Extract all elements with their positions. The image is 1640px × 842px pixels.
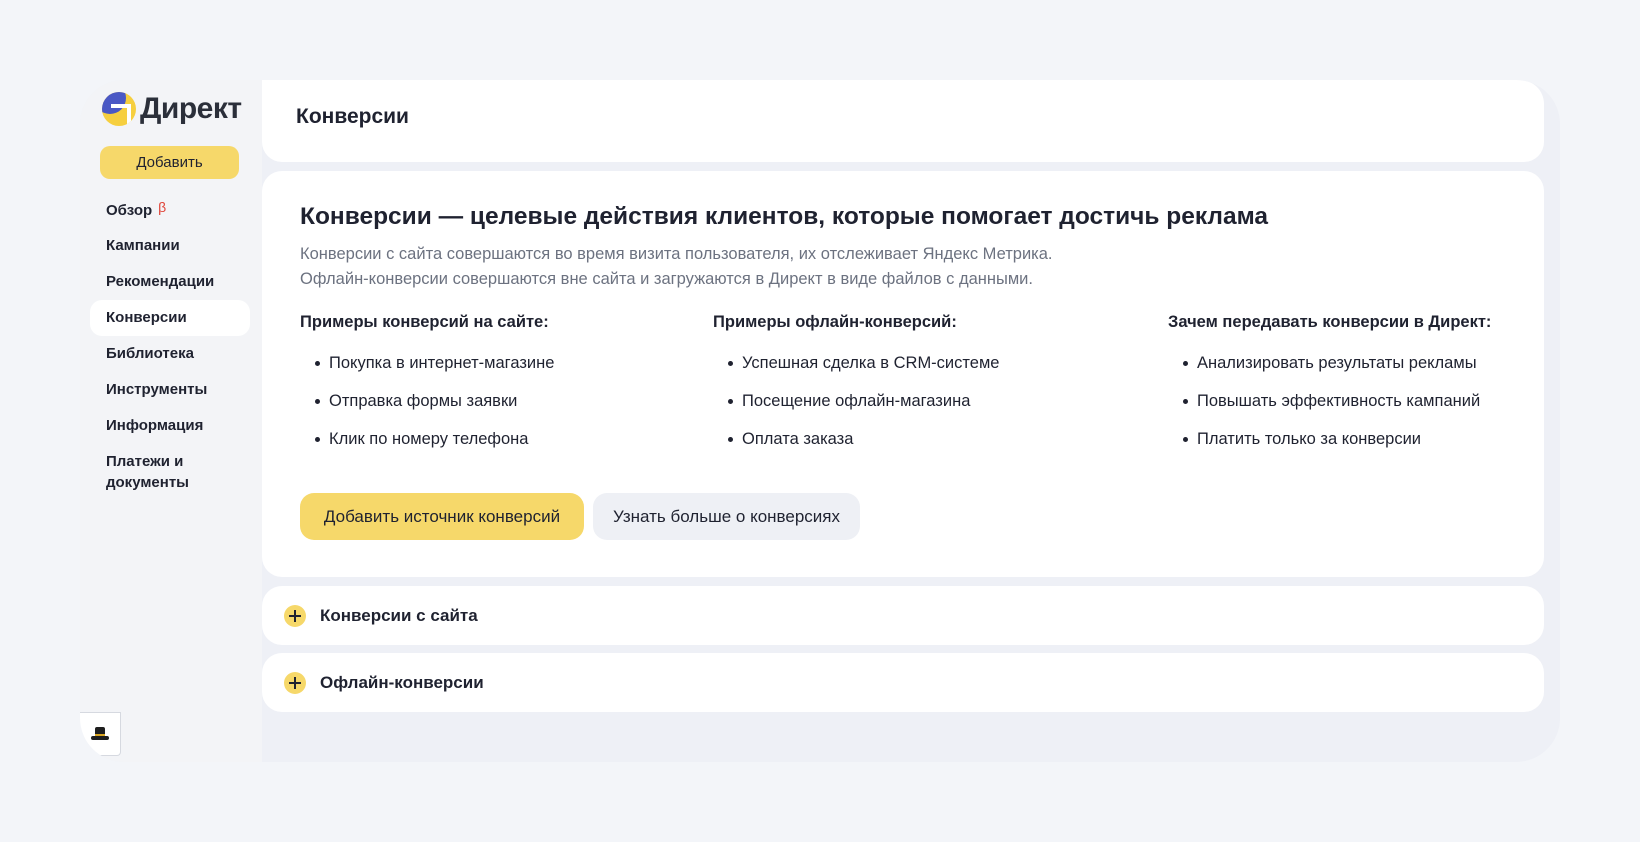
list-item: Оплата заказа (713, 420, 999, 458)
list-item: Платить только за конверсии (1168, 420, 1491, 458)
yandex-direct-logo-icon (102, 92, 136, 126)
list-item: Покупка в интернет-магазине (300, 344, 554, 382)
page-title: Конверсии (296, 105, 409, 128)
logo[interactable]: Директ (102, 92, 242, 126)
accordion-label: Конверсии с сайта (320, 605, 478, 625)
examples-list: Покупка в интернет-магазине Отправка фор… (300, 344, 554, 458)
list-item: Отправка формы заявки (300, 382, 554, 420)
plus-icon (284, 671, 306, 694)
sidebar-item-conversions[interactable]: Конверсии (90, 300, 250, 336)
site-conversions-accordion[interactable]: Конверсии с сайта (262, 586, 1544, 645)
intro-description: Конверсии с сайта совершаются во время в… (300, 242, 1053, 292)
intro-text-line1: Конверсии с сайта совершаются во время в… (300, 245, 1053, 263)
list-item: Анализировать результаты рекламы (1168, 344, 1491, 382)
sidebar-item-label-line1: Платежи и (106, 453, 184, 470)
site-conversions-examples: Примеры конверсий на сайте: Покупка в ин… (300, 313, 554, 458)
sidebar-item-tools[interactable]: Инструменты (90, 372, 250, 408)
column-title: Примеры офлайн-конверсий: (713, 313, 957, 331)
offline-conversions-accordion[interactable]: Офлайн-конверсии (262, 653, 1544, 712)
list-item: Повышать эффективность кампаний (1168, 382, 1491, 420)
sidebar-item-label: Информация (106, 417, 204, 434)
intro-text-line2: Офлайн-конверсии совершаются вне сайта и… (300, 270, 1033, 288)
learn-more-button[interactable]: Узнать больше о конверсиях (593, 493, 860, 540)
sidebar-nav: Обзор β Кампании Рекомендации Конверсии Б… (90, 192, 250, 500)
beta-badge: β (158, 199, 167, 215)
sidebar: Директ Добавить Обзор β Кампании Рекоменд… (80, 80, 262, 762)
column-title: Примеры конверсий на сайте: (300, 313, 549, 331)
add-button[interactable]: Добавить (100, 146, 239, 179)
examples-list: Успешная сделка в CRM-системе Посещение … (713, 344, 999, 458)
sidebar-item-label: Библиотека (106, 345, 194, 362)
sidebar-item-label: Инструменты (106, 381, 208, 398)
sidebar-item-label: Рекомендации (106, 273, 215, 290)
sidebar-item-label: Конверсии (106, 309, 187, 326)
top-hat-icon (91, 727, 109, 741)
sidebar-item-payments[interactable]: Платежи и документы (90, 444, 250, 500)
page-header: Конверсии (262, 80, 1544, 162)
sidebar-item-label-line2: документы (106, 474, 189, 491)
assistant-button[interactable] (80, 712, 121, 756)
accordion-label: Офлайн-конверсии (320, 672, 484, 692)
sidebar-item-information[interactable]: Информация (90, 408, 250, 444)
why-send-conversions: Зачем передавать конверсии в Директ: Ана… (1168, 313, 1491, 458)
benefits-list: Анализировать результаты рекламы Повышат… (1168, 344, 1491, 458)
list-item: Клик по номеру телефона (300, 420, 554, 458)
sidebar-item-recommendations[interactable]: Рекомендации (90, 264, 250, 300)
sidebar-item-overview[interactable]: Обзор β (90, 192, 250, 228)
sidebar-item-label: Обзор (106, 202, 153, 219)
list-item: Посещение офлайн-магазина (713, 382, 999, 420)
plus-icon (284, 604, 306, 627)
column-title: Зачем передавать конверсии в Директ: (1168, 313, 1492, 331)
sidebar-item-library[interactable]: Библиотека (90, 336, 250, 372)
sidebar-item-campaigns[interactable]: Кампании (90, 228, 250, 264)
app-window: Директ Добавить Обзор β Кампании Рекоменд… (80, 80, 1560, 762)
list-item: Успешная сделка в CRM-системе (713, 344, 999, 382)
add-conversion-source-button[interactable]: Добавить источник конверсий (300, 493, 584, 540)
sidebar-item-label: Кампании (106, 237, 180, 254)
offline-conversions-examples: Примеры офлайн-конверсий: Успешная сделк… (713, 313, 999, 458)
conversions-intro-card: Конверсии — целевые действия клиентов, к… (262, 171, 1544, 577)
logo-text: Директ (140, 92, 242, 125)
intro-title: Конверсии — целевые действия клиентов, к… (300, 203, 1269, 230)
